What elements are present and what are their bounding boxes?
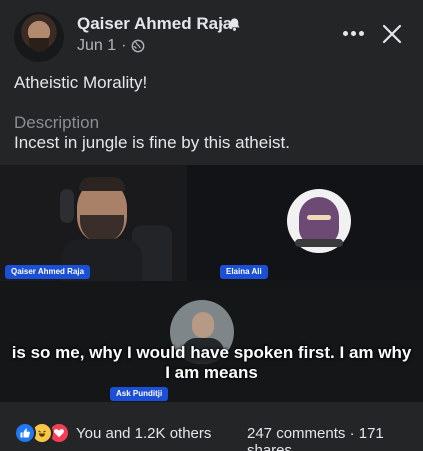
participant-tag-host: Qaiser Ahmed Raja xyxy=(5,265,91,279)
reaction-summary[interactable]: You and 1.2K others xyxy=(76,425,211,442)
like-icon xyxy=(14,422,36,444)
close-icon[interactable] xyxy=(381,23,403,45)
video-player[interactable]: Qaiser Ahmed Raja Elaina Ali is so me, w… xyxy=(0,165,423,402)
post-footer: You and 1.2K others 247 comments · 171 s… xyxy=(0,402,423,451)
reaction-icons[interactable] xyxy=(14,422,74,444)
engagement-counts: 247 comments · 171 shares xyxy=(247,425,423,451)
video-panel-host: Qaiser Ahmed Raja xyxy=(0,165,187,281)
post-header: Qaiser Ahmed Raja · Jun 1 · xyxy=(0,0,423,64)
counts-separator: · xyxy=(349,425,355,442)
bell-icon[interactable] xyxy=(227,17,242,32)
comments-count[interactable]: 247 comments xyxy=(247,425,345,442)
video-caption: is so me, why I would have spoken first.… xyxy=(11,343,412,382)
date-separator: · xyxy=(121,37,127,54)
description-text: Incest in jungle is fine by this atheist… xyxy=(14,133,290,152)
author-separator: · xyxy=(219,14,225,33)
more-options-icon[interactable] xyxy=(341,23,365,43)
post-meta: Jun 1 · xyxy=(77,37,145,55)
guest-emblem-image xyxy=(287,189,351,253)
video-panel-guest: Elaina Ali xyxy=(187,165,423,281)
post-title: Atheistic Morality! xyxy=(14,73,148,92)
headset-image xyxy=(60,189,74,223)
participant-tag-third: Ask Punditji xyxy=(110,387,169,401)
participant-tag-guest: Elaina Ali xyxy=(220,265,268,279)
globe-icon xyxy=(132,39,145,53)
author-name[interactable]: Qaiser Ahmed Raja xyxy=(77,14,232,34)
description-label: Description xyxy=(14,113,100,132)
post-date[interactable]: Jun 1 xyxy=(77,37,116,55)
author-avatar[interactable] xyxy=(14,12,64,62)
